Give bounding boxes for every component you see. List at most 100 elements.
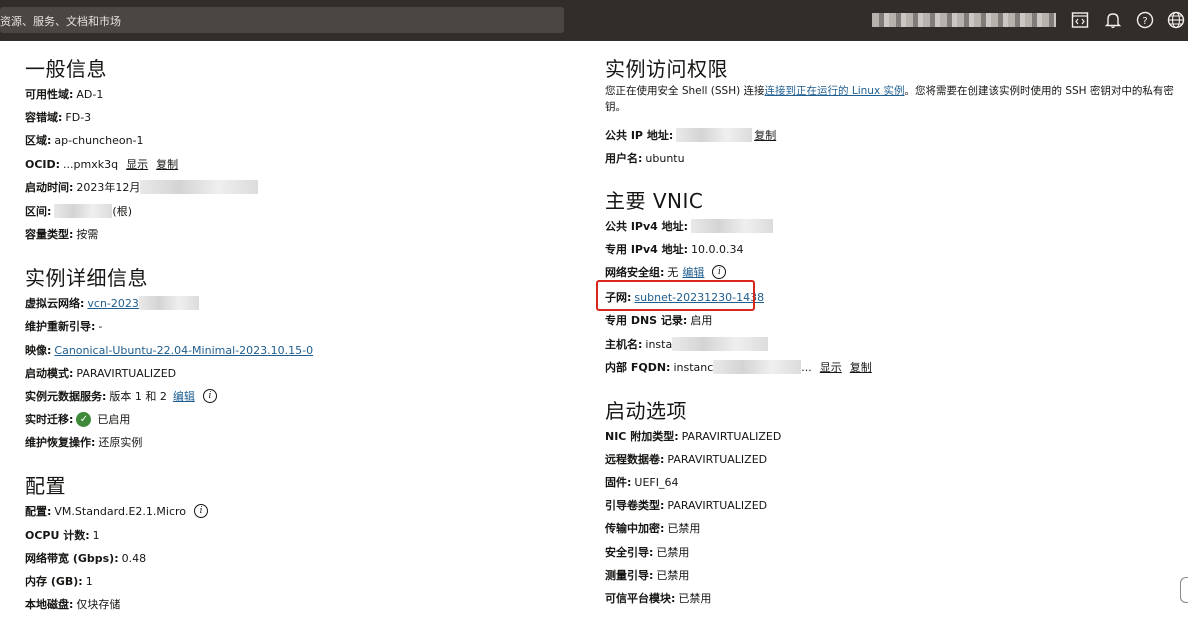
- nsg-row: 网络安全组: 无 编辑 i: [605, 264, 727, 280]
- maintenance-reboot-label: 维护重新引导:: [25, 320, 96, 333]
- ocpu-value: 1: [92, 528, 100, 542]
- help-tab-edge[interactable]: [1180, 577, 1188, 603]
- redacted-compartment: [54, 204, 113, 218]
- measured-boot-value: 已禁用: [656, 569, 690, 582]
- availability-domain-label: 可用性域:: [25, 88, 74, 101]
- firmware-label: 固件:: [605, 476, 632, 489]
- private-dns-value: 启用: [690, 314, 713, 327]
- boot-volume-type-label: 引导卷类型:: [605, 499, 665, 512]
- top-navigation-bar: 资源、服务、文档和市场 ?: [0, 0, 1188, 41]
- search-placeholder: 资源、服务、文档和市场: [0, 15, 121, 28]
- capacity-type-value: 按需: [76, 228, 99, 241]
- memory-label: 内存 (GB):: [25, 575, 83, 588]
- public-ipv4-label: 公共 IPv4 地址:: [605, 220, 689, 233]
- local-disk-label: 本地磁盘:: [25, 598, 74, 611]
- launch-mode-label: 启动模式:: [25, 367, 74, 380]
- vcn-label: 虚拟云网络:: [25, 297, 85, 310]
- ocid-copy-link[interactable]: 复制: [156, 156, 178, 172]
- firmware-value: UEFI_64: [634, 475, 679, 489]
- vcn-row: 虚拟云网络: vcn-2023: [25, 295, 199, 311]
- compartment-row: 区间: (根): [25, 203, 132, 219]
- remote-volume-value: PARAVIRTUALIZED: [667, 452, 768, 466]
- search-input[interactable]: 资源、服务、文档和市场: [0, 7, 564, 33]
- bell-icon[interactable]: [1101, 8, 1125, 32]
- trusted-platform-label: 可信平台模块:: [605, 592, 676, 605]
- recovery-action-row: 维护恢复操作: 还原实例: [25, 434, 142, 450]
- compartment-label: 区间:: [25, 205, 52, 218]
- shape-row: 配置: VM.Standard.E2.1.Micro i: [25, 503, 209, 519]
- public-ip-copy-link[interactable]: 复制: [754, 127, 776, 143]
- launch-mode-value: PARAVIRTUALIZED: [76, 366, 177, 380]
- svg-text:?: ?: [1142, 16, 1147, 27]
- ocid-row: OCID: ...pmxk3q 显示 复制: [25, 156, 178, 172]
- redacted-public-ipv4: [691, 219, 774, 233]
- connect-linux-instance-link[interactable]: 连接到正在运行的 Linux 实例: [765, 85, 905, 97]
- capacity-type-label: 容量类型:: [25, 228, 74, 241]
- nsg-value: 无: [667, 266, 679, 279]
- vcn-link[interactable]: vcn-2023: [87, 297, 139, 310]
- nic-attachment-value: PARAVIRTUALIZED: [681, 429, 782, 443]
- fqdn-row: 内部 FQDN: instanc ... 显示 复制: [605, 359, 872, 375]
- redacted-user-info: [872, 13, 1056, 27]
- ocid-label: OCID:: [25, 157, 61, 171]
- public-ip-row: 公共 IP 地址: 复制: [605, 127, 776, 143]
- hostname-label: 主机名:: [605, 338, 643, 351]
- memory-row: 内存 (GB): 1: [25, 573, 93, 589]
- redacted-public-ip: [676, 128, 753, 142]
- fqdn-copy-link[interactable]: 复制: [850, 359, 872, 375]
- info-icon[interactable]: i: [202, 389, 217, 403]
- live-migration-value: 已启用: [97, 413, 131, 426]
- ocpu-row: OCPU 计数: 1: [25, 527, 100, 543]
- ssh-desc-before: 您正在使用安全 Shell (SSH) 连接: [605, 85, 765, 97]
- metadata-service-edit-link[interactable]: 编辑: [173, 388, 195, 404]
- private-ipv4-row: 专用 IPv4 地址: 10.0.0.34: [605, 241, 744, 257]
- in-transit-encryption-label: 传输中加密:: [605, 522, 665, 535]
- metadata-service-label: 实例元数据服务:: [25, 390, 107, 403]
- username-label: 用户名:: [605, 152, 643, 165]
- help-icon[interactable]: ?: [1133, 8, 1157, 32]
- capacity-type-row: 容量类型: 按需: [25, 226, 98, 242]
- private-dns-row: 专用 DNS 记录: 启用: [605, 312, 712, 328]
- local-disk-value: 仅块存储: [76, 598, 121, 611]
- measured-boot-label: 测量引导:: [605, 569, 654, 582]
- nic-attachment-label: NIC 附加类型:: [605, 430, 679, 443]
- remote-volume-row: 远程数据卷: PARAVIRTUALIZED: [605, 451, 767, 467]
- globe-icon[interactable]: [1164, 8, 1188, 32]
- fqdn-label: 内部 FQDN:: [605, 361, 671, 374]
- ocid-show-link[interactable]: 显示: [126, 156, 148, 172]
- metadata-service-row: 实例元数据服务: 版本 1 和 2 编辑 i: [25, 388, 217, 404]
- subnet-highlight-box: [596, 280, 755, 311]
- hostname-row: 主机名: insta: [605, 336, 769, 352]
- nsg-label: 网络安全组:: [605, 266, 665, 279]
- nsg-edit-link[interactable]: 编辑: [682, 264, 704, 280]
- general-info-heading: 一般信息: [25, 57, 107, 81]
- launch-options-heading: 启动选项: [605, 399, 687, 423]
- info-icon[interactable]: i: [194, 504, 209, 518]
- fqdn-ellipsis: ...: [801, 360, 812, 374]
- secure-boot-row: 安全引导: 已禁用: [605, 544, 689, 560]
- instance-details-heading: 实例详细信息: [25, 266, 148, 290]
- shape-value: VM.Standard.E2.1.Micro: [54, 504, 187, 518]
- image-link[interactable]: Canonical-Ubuntu-22.04-Minimal-2023.10.1…: [54, 344, 313, 357]
- fault-domain-value: FD-3: [65, 110, 92, 124]
- image-label: 映像:: [25, 344, 52, 357]
- fault-domain-row: 容错域: FD-3: [25, 109, 91, 125]
- boot-volume-type-row: 引导卷类型: PARAVIRTUALIZED: [605, 497, 767, 513]
- private-dns-label: 专用 DNS 记录:: [605, 314, 688, 327]
- recovery-action-value: 还原实例: [98, 436, 143, 449]
- live-migration-row: 实时迁移: ✓ 已启用: [25, 411, 130, 427]
- info-icon[interactable]: i: [712, 265, 727, 279]
- instance-access-heading: 实例访问权限: [605, 57, 728, 81]
- username-value: ubuntu: [645, 151, 685, 165]
- redacted-launch-time: [140, 180, 259, 194]
- region-row: 区域: ap-chuncheon-1: [25, 132, 144, 148]
- compartment-suffix: (根): [112, 205, 132, 218]
- region-label: 区域:: [25, 134, 52, 147]
- live-migration-label: 实时迁移:: [25, 413, 74, 426]
- memory-value: 1: [85, 574, 93, 588]
- cloud-shell-icon[interactable]: [1068, 8, 1092, 32]
- check-circle-icon: ✓: [76, 411, 92, 427]
- fqdn-show-link[interactable]: 显示: [820, 359, 842, 375]
- nic-attachment-row: NIC 附加类型: PARAVIRTUALIZED: [605, 428, 781, 444]
- in-transit-encryption-value: 已禁用: [667, 522, 701, 535]
